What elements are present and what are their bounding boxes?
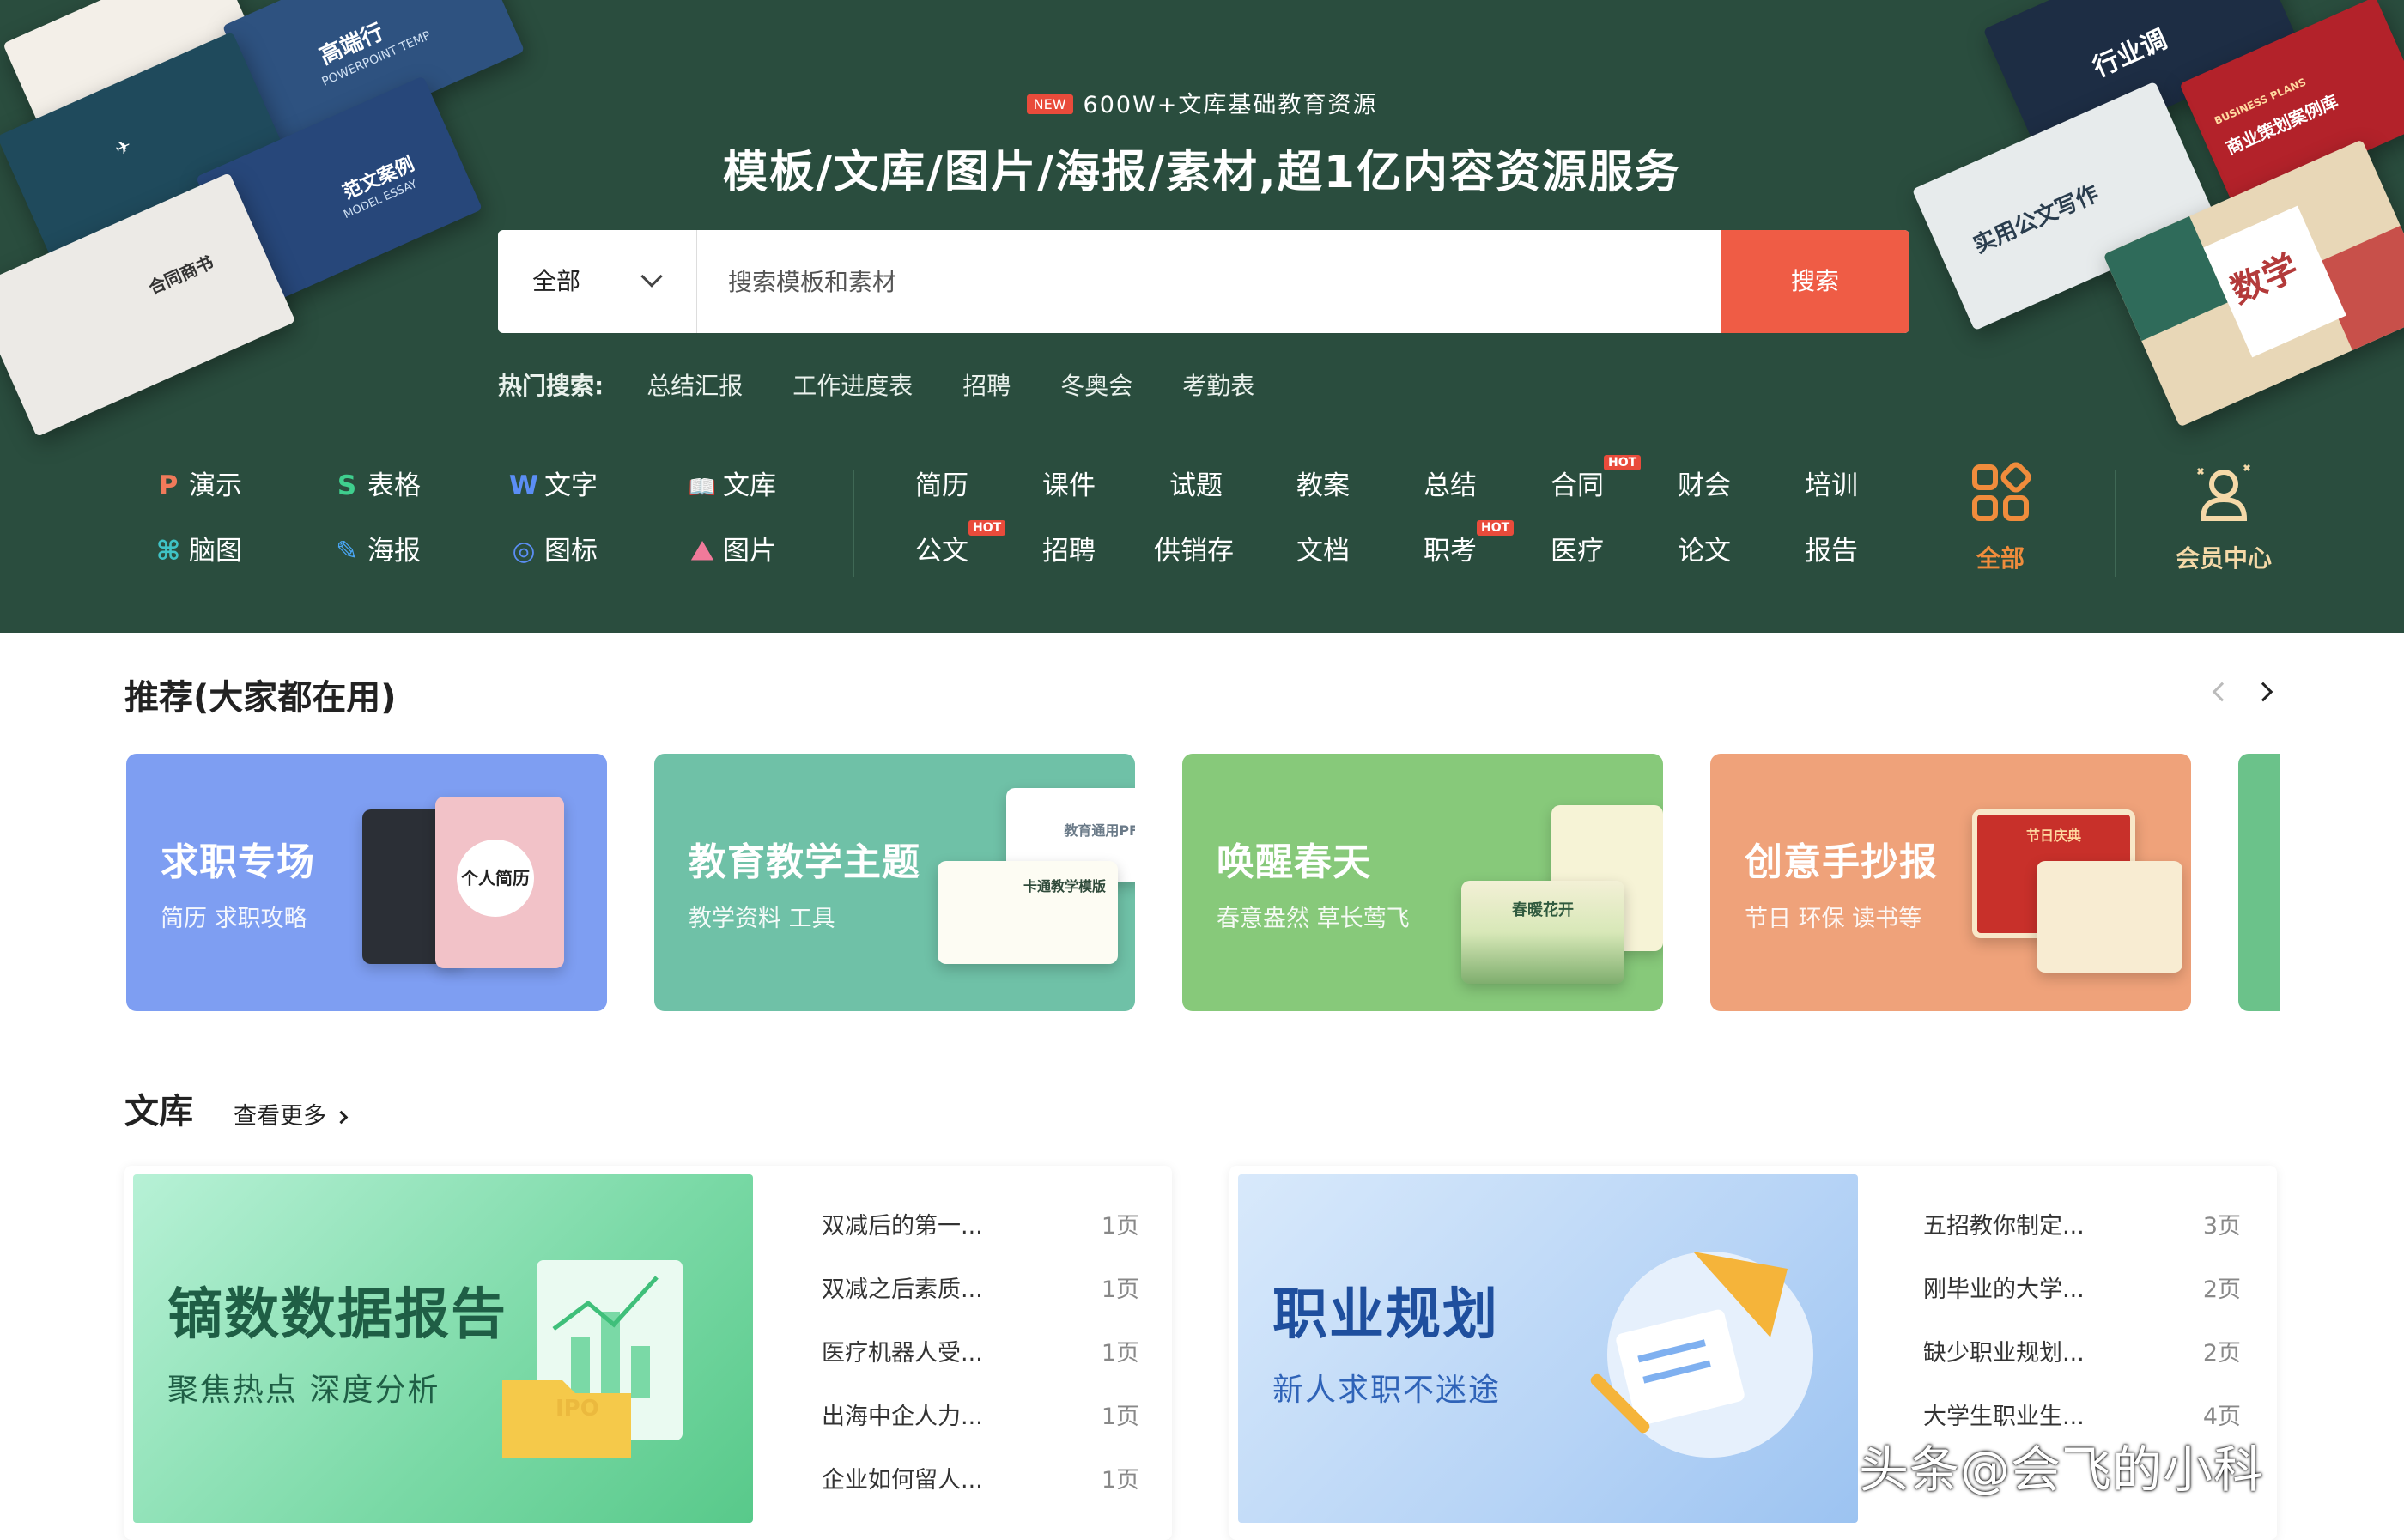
nav-category[interactable]: 文档 [1296, 532, 1350, 570]
list-item[interactable]: 双减后的第一... 1页 [822, 1207, 1139, 1270]
watermark: 头条@会飞的小科 [1859, 1440, 2265, 1499]
nav-category[interactable]: 供销存 [1154, 532, 1234, 570]
member-center-link[interactable]: 会员中心 [2155, 458, 2292, 574]
card-thumbnail [2037, 861, 2182, 973]
search-button[interactable]: 搜索 [1721, 230, 1909, 333]
hot-search-item[interactable]: 招聘 [962, 367, 1011, 402]
nav-category[interactable]: 公文 HOT [915, 520, 1006, 570]
card-thumbnail: 春暖花开 [1461, 881, 1624, 984]
nav-category[interactable]: 报告 [1805, 532, 1858, 570]
list-item[interactable]: 出海中企人力... 1页 [822, 1398, 1139, 1461]
recommend-title: 推荐(大家都在用) [124, 678, 397, 718]
search-bar: 全部 搜索 [498, 230, 1909, 333]
card-thumbnail-label: 个人简历 [457, 840, 534, 917]
recommend-card-handcopy[interactable]: 创意手抄报 节日 环保 读书等 节日庆典 [1710, 754, 2191, 1011]
recommend-card-partial[interactable] [2238, 754, 2280, 1011]
nav-divider [853, 470, 854, 577]
chevron-down-icon [640, 265, 663, 288]
user-icon [2196, 464, 2251, 521]
book-icon: 📖 [688, 475, 717, 500]
list-item[interactable]: 缺少职业规划... 2页 [1923, 1334, 2241, 1398]
mindmap-icon: ⌘ [155, 536, 181, 567]
nav-category[interactable]: 医疗 [1551, 532, 1604, 570]
nav-category[interactable]: 论文 [1678, 532, 1731, 570]
folder-tag: IPO [555, 1396, 599, 1422]
nav-tool-icons[interactable]: ◎ 图标 [508, 532, 598, 570]
grid-icon [1972, 462, 2031, 521]
poster-icon: ✎ [336, 536, 358, 567]
library-title: 文库 [124, 1092, 193, 1131]
hot-badge: HOT [968, 520, 1006, 536]
library-banner-report[interactable]: 镝数数据报告 聚焦热点 深度分析 IPO [133, 1174, 753, 1523]
recommend-card-jobs[interactable]: 求职专场 简历 求职攻略 个人简历 [126, 754, 607, 1011]
hero-title: 模板/文库/图片/海报/素材,超1亿内容资源服务 [723, 147, 1681, 198]
sheet-icon: S [337, 470, 357, 501]
nav-category[interactable]: 职考 HOT [1424, 520, 1515, 570]
search-category-select[interactable]: 全部 [498, 230, 697, 333]
hot-badge: HOT [1604, 455, 1642, 470]
presentation-icon: P [158, 470, 179, 501]
card-thumbnail: 卡通教学模版 [938, 861, 1118, 964]
nav-tool-images[interactable]: ⛰ 图片 [687, 532, 776, 570]
nav-tool-poster[interactable]: ✎ 海报 [331, 532, 421, 570]
nav-tool-library[interactable]: 📖 文库 [687, 467, 776, 505]
new-badge: NEW [1026, 94, 1073, 114]
list-item[interactable]: 医疗机器人受... 1页 [822, 1334, 1139, 1398]
list-item[interactable]: 企业如何留人... 1页 [822, 1461, 1139, 1525]
library-banner-career[interactable]: 职业规划 新人求职不迷途 [1238, 1174, 1858, 1523]
nav-category[interactable]: 招聘 [1042, 532, 1096, 570]
nav-category[interactable]: 培训 [1805, 467, 1858, 505]
nav-tool-writer[interactable]: W 文字 [508, 467, 598, 505]
hot-search: 热门搜索: 总结汇报 工作进度表 招聘 冬奥会 考勤表 [498, 367, 1254, 402]
hot-search-item[interactable]: 总结汇报 [647, 367, 743, 402]
hero-subtitle: NEW 600W+文库基础教育资源 [0, 86, 2404, 119]
hero-banner: 高端行 POWERPOINT TEMP ✈ 范文案例 MODEL ESSAY 合… [0, 0, 2404, 633]
hot-search-item[interactable]: 工作进度表 [792, 367, 913, 402]
nav-category[interactable]: 教案 [1296, 467, 1350, 505]
nav-category[interactable]: 合同 HOT [1551, 455, 1642, 505]
hot-search-item[interactable]: 冬奥会 [1060, 367, 1132, 402]
library-list: 五招教你制定... 3页 刚毕业的大学... 2页 缺少职业规划... 2页 大学生职… [1923, 1207, 2241, 1461]
list-item[interactable]: 刚毕业的大学... 2页 [1923, 1270, 2241, 1334]
nav-category[interactable]: 财会 [1678, 467, 1731, 505]
nav-tool-sheet[interactable]: S 表格 [331, 467, 421, 505]
image-icon: ⛰ [690, 536, 714, 567]
nav-tool-mindmap[interactable]: ⌘ 脑图 [153, 532, 242, 570]
card-thumbnail: 个人简历 [435, 797, 564, 968]
writer-icon: W [508, 470, 539, 501]
hot-badge: HOT [1477, 520, 1515, 536]
list-item[interactable]: 五招教你制定... 3页 [1923, 1207, 2241, 1270]
library-panel: 镝数数据报告 聚焦热点 深度分析 IPO 双减后的第一... 1页 双减之后素质.… [124, 1166, 1172, 1540]
hot-search-label: 热门搜索: [498, 372, 604, 400]
recommend-card-education[interactable]: 教育教学主题 教学资料 工具 教育通用PF 卡通教学模版 [654, 754, 1135, 1011]
nav-category[interactable]: 试题 [1169, 467, 1223, 505]
view-more-link[interactable]: 查看更多 [234, 1097, 349, 1131]
nav-category[interactable]: 总结 [1424, 467, 1477, 505]
nav-divider [2115, 470, 2116, 577]
library-list: 双减后的第一... 1页 双减之后素质... 1页 医疗机器人受... 1页 出海中企… [822, 1207, 1139, 1525]
carousel-prev-button[interactable] [2212, 682, 2232, 702]
chevron-right-icon [334, 1110, 349, 1125]
career-document-icon [1590, 1252, 1813, 1458]
nav-category[interactable]: 简历 [915, 467, 968, 505]
nav-tool-presentation[interactable]: P 演示 [153, 467, 242, 505]
nav-category[interactable]: 课件 [1042, 467, 1096, 505]
icon-library-icon: ◎ [512, 536, 536, 567]
recommend-card-spring[interactable]: 唤醒春天 春意盎然 草长莺飞 春暖花开 [1182, 754, 1663, 1011]
report-chart-icon [502, 1260, 683, 1458]
list-item[interactable]: 双减之后素质... 1页 [822, 1270, 1139, 1334]
carousel-next-button[interactable] [2253, 682, 2273, 702]
hot-search-item[interactable]: 考勤表 [1182, 367, 1254, 402]
all-categories-link[interactable]: 全部 [1940, 458, 2061, 574]
